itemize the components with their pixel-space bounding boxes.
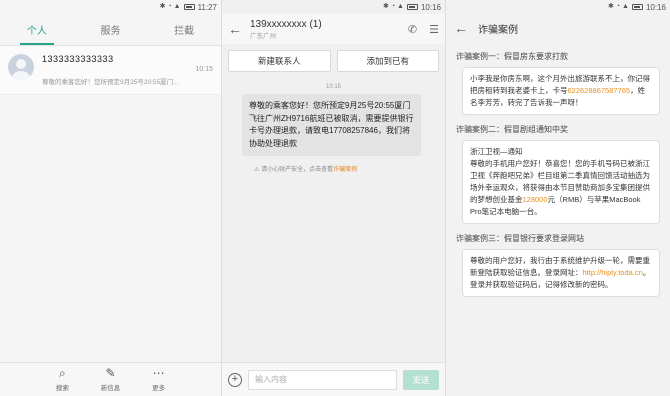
sender-number: 139xxxxxxxx (1) [250, 18, 322, 30]
tab-blocked[interactable]: 拦截 [147, 14, 221, 45]
sender-location: 广东广州 [250, 32, 276, 40]
menu-icon[interactable]: ☰ [429, 23, 439, 36]
case-3-message: 尊敬的用户您好，我行由于系统维护升级一轮，需要重新登陆获取验证信息。登录网址：h… [462, 249, 660, 297]
message-input[interactable]: 输入内容 [248, 369, 397, 390]
conversation-preview: 尊敬的乘客您好！您所预定9月25号20:55厦门... [42, 79, 179, 86]
search-button[interactable]: ⌕ 搜索 [56, 363, 69, 396]
back-arrow-icon[interactable]: ← [228, 21, 246, 37]
message-time: 10:15 [325, 84, 341, 90]
tab-personal[interactable]: 个人 [0, 14, 74, 45]
message-thread-screen: ✱ ◔ ▲ 10:16 ← 139xxxxxxxx (1) 广东广州 ✆ ☰ 新… [222, 0, 446, 396]
new-contact-button[interactable]: 新建联系人 [228, 50, 331, 72]
add-to-existing-button[interactable]: 添加到已有 [336, 50, 439, 72]
case-2-message: 浙江卫视—通知 尊敬的手机用户您好！恭喜您！您的手机号码已被浙江卫视《奔跑吧兄弟… [462, 140, 660, 224]
battery-icon [406, 4, 418, 10]
signal-icon: ✱ ◔ ▲ [159, 3, 181, 10]
case-2-title: 诈骗案例二：假冒剧组通知中奖 [456, 125, 568, 134]
new-message-button[interactable]: ✎ 新信息 [101, 363, 121, 396]
more-label: 更多 [152, 385, 166, 392]
search-icon: ⌕ [59, 366, 66, 380]
signal-icon: ✱ ◔ ▲ [383, 3, 404, 10]
messages-list-screen: ✱ ◔ ▲ 11:27 个人 服务 拦截 1333333333333 10:15… [0, 0, 222, 396]
status-bar: ✱ ◔ ▲ 10:16 [222, 0, 445, 14]
conversation-sender: 1333333333333 [42, 54, 114, 64]
more-icon: ⋯ [152, 366, 165, 380]
battery-icon [631, 4, 643, 10]
tab-bar: 个人 服务 拦截 [0, 14, 221, 46]
page-header: ← 诈骗案例 [446, 14, 670, 42]
status-time: 10:16 [420, 2, 441, 12]
more-button[interactable]: ⋯ 更多 [152, 363, 165, 396]
bottom-toolbar: ⌕ 搜索 ✎ 新信息 ⋯ 更多 [0, 362, 221, 396]
case-2-heading: 浙江卫视—通知 [470, 147, 523, 156]
warning-icon: ⚠ [254, 167, 260, 173]
warning-text: 请小心财产安全，点击查看 [261, 167, 334, 173]
conversation-time: 10:15 [195, 66, 213, 73]
conversation-item[interactable]: 1333333333333 10:15 尊敬的乘客您好！您所预定9月25号20:… [0, 46, 221, 95]
send-button[interactable]: 发送 [403, 369, 439, 390]
fraud-warning: ⚠ 请小心财产安全，点击查看诈骗案例 [254, 164, 435, 173]
case-2-amount: 128000 [522, 195, 548, 204]
signal-icon: ✱ ◔ ▲ [608, 3, 629, 10]
message-bubble: 尊敬的乘客您好！您所预定9月25号20:55厦门飞往广州ZH9716航班已被取消… [242, 94, 421, 156]
compose-bar: + 输入内容 发送 [222, 362, 445, 396]
status-time: 11:27 [197, 2, 217, 12]
add-icon[interactable]: + [228, 372, 242, 387]
case-1-card-number: 6226288675877​65 [567, 86, 631, 95]
case-1-message: 小李我是你房东啊，这个月外出旅游联系不上，你记得把房租转到我老婆卡上，卡号622… [462, 67, 660, 115]
compose-icon: ✎ [105, 366, 116, 380]
case-3-title: 诈骗案例三：假冒银行要求登录网站 [456, 234, 584, 243]
new-message-label: 新信息 [100, 385, 121, 392]
case-3-url-link[interactable]: http://hiply.toda.cn [583, 268, 643, 277]
battery-icon [183, 4, 195, 10]
status-bar: ✱ ◔ ▲ 11:27 [0, 0, 221, 14]
case-1-title: 诈骗案例一：假冒房东要求打款 [456, 52, 568, 61]
search-label: 搜索 [55, 385, 69, 392]
phone-icon[interactable]: ✆ [408, 23, 417, 36]
status-time: 10:16 [645, 2, 666, 12]
avatar [8, 54, 34, 80]
tab-service[interactable]: 服务 [74, 14, 148, 45]
page-title: 诈骗案例 [478, 24, 518, 36]
fraud-cases-screen: ✱ ◔ ▲ 10:16 ← 诈骗案例 诈骗案例一：假冒房东要求打款 小李我是你房… [446, 0, 670, 396]
back-arrow-icon[interactable]: ← [454, 20, 472, 36]
fraud-cases-link[interactable]: 诈骗案例 [333, 167, 357, 173]
status-bar: ✱ ◔ ▲ 10:16 [446, 0, 670, 14]
thread-header: ← 139xxxxxxxx (1) 广东广州 ✆ ☰ [222, 14, 445, 44]
